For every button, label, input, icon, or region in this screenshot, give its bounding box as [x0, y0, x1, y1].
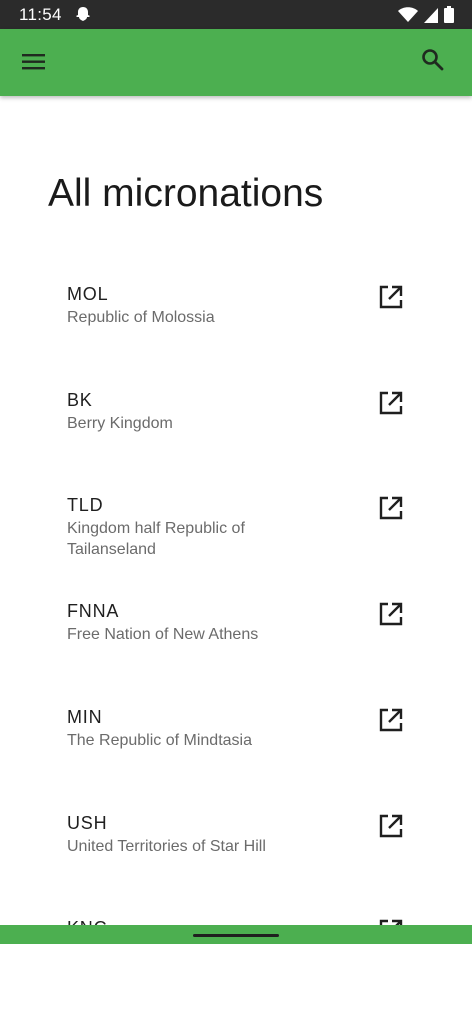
open-in-new-icon[interactable]: [378, 495, 404, 521]
open-in-new-icon[interactable]: [378, 707, 404, 733]
cellular-signal-icon: [424, 7, 438, 28]
item-name: Berry Kingdom: [67, 415, 173, 432]
item-code: TLD: [67, 495, 104, 515]
search-icon[interactable]: [420, 47, 446, 73]
item-name: United Territories of Star Hill: [67, 838, 266, 855]
item-name: Free Nation of New Athens: [67, 626, 259, 643]
item-name: The Republic of Mindtasia: [67, 732, 252, 749]
list-item[interactable]: BK Berry Kingdom: [0, 390, 472, 490]
hamburger-menu-icon[interactable]: [22, 52, 46, 72]
status-time: 11:54: [19, 5, 62, 24]
list-item[interactable]: MOL Republic of Molossia: [0, 284, 472, 384]
list-item[interactable]: TLD Kingdom half Republic of Tailanselan…: [0, 495, 472, 595]
open-in-new-icon[interactable]: [378, 813, 404, 839]
open-in-new-icon[interactable]: [378, 390, 404, 416]
item-code: MOL: [67, 284, 109, 304]
ghost-notification-icon: [74, 6, 92, 29]
status-bar: 11:54: [0, 0, 472, 29]
item-code: BK: [67, 390, 93, 410]
bottom-navigation-bar: [0, 925, 472, 944]
open-in-new-icon[interactable]: [378, 601, 404, 627]
page-title: All micronations: [48, 172, 324, 215]
item-code: MIN: [67, 707, 103, 727]
battery-icon: [444, 6, 454, 28]
wifi-icon: [398, 6, 418, 28]
item-name: Republic of Molossia: [67, 309, 215, 326]
list-item[interactable]: MIN The Republic of Mindtasia: [0, 707, 472, 807]
app-bar: [0, 29, 472, 96]
item-name: Kingdom half Republic of Tailanseland: [67, 520, 245, 558]
item-code: USH: [67, 813, 108, 833]
open-in-new-icon[interactable]: [378, 284, 404, 310]
list-item[interactable]: USH United Territories of Star Hill: [0, 813, 472, 913]
item-code: FNNA: [67, 601, 120, 621]
gesture-nav-handle[interactable]: [193, 934, 279, 937]
list-item[interactable]: FNNA Free Nation of New Athens: [0, 601, 472, 701]
